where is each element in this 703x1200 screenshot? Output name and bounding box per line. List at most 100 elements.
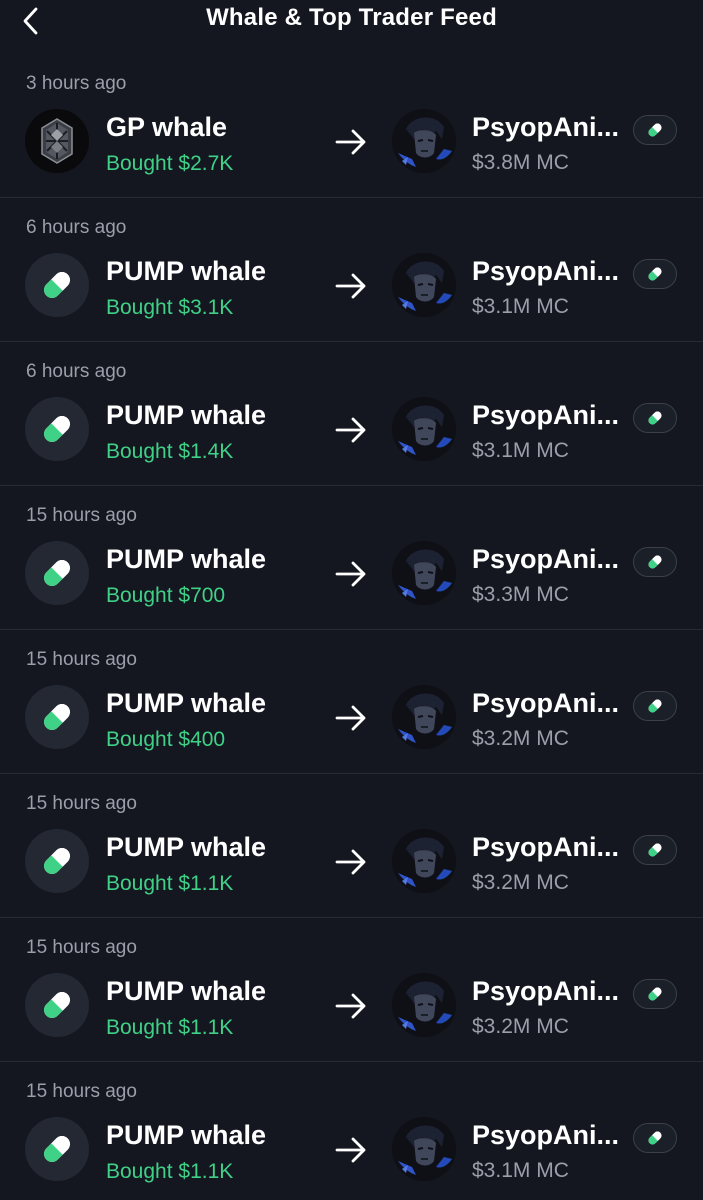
pump-pill-icon <box>648 1131 662 1145</box>
token-avatar[interactable] <box>392 109 456 173</box>
psyop-token-avatar-image <box>392 973 456 1037</box>
token-avatar[interactable] <box>392 253 456 317</box>
trader-name[interactable]: PUMP whale <box>106 256 266 287</box>
trade-arrow <box>334 992 368 1020</box>
arrow-right-icon <box>335 705 366 731</box>
pump-pill-icon <box>648 843 662 857</box>
trader-name[interactable]: PUMP whale <box>106 688 266 719</box>
trade-arrow <box>334 848 368 876</box>
trader-avatar[interactable] <box>25 253 89 317</box>
platform-badge[interactable] <box>633 691 677 721</box>
token-avatar[interactable] <box>392 1117 456 1181</box>
time-ago: 15 hours ago <box>26 937 137 958</box>
arrow-right-icon <box>335 1137 366 1163</box>
trade-feed-list: 3 hours ago GP whale Bought $2.7K PsyopAni.… <box>0 54 703 1200</box>
trade-amount: Bought $400 <box>106 728 226 751</box>
psyop-token-avatar-image <box>392 109 456 173</box>
feed-item[interactable]: 15 hours ago PUMP whale Bought $700 PsyopAn… <box>0 486 703 630</box>
pump-pill-icon <box>648 267 662 281</box>
token-name[interactable]: PsyopAni... <box>472 544 627 575</box>
trade-amount: Bought $3.1K <box>106 296 234 319</box>
trade-arrow <box>334 704 368 732</box>
token-name[interactable]: PsyopAni... <box>472 1120 627 1151</box>
feed-item[interactable]: 6 hours ago PUMP whale Bought $3.1K PsyopAn… <box>0 198 703 342</box>
token-market-cap: $3.1M MC <box>472 439 569 462</box>
token-market-cap: $3.2M MC <box>472 1015 569 1038</box>
pump-pill-icon <box>648 123 662 137</box>
token-avatar[interactable] <box>392 973 456 1037</box>
trader-avatar[interactable] <box>25 829 89 893</box>
psyop-token-avatar-image <box>392 685 456 749</box>
token-market-cap: $3.1M MC <box>472 1159 569 1182</box>
trade-arrow <box>334 1136 368 1164</box>
trade-amount: Bought $1.1K <box>106 1016 234 1039</box>
token-name[interactable]: PsyopAni... <box>472 976 627 1007</box>
trader-avatar[interactable] <box>25 541 89 605</box>
pump-pill-icon <box>44 416 70 442</box>
trade-amount: Bought $1.1K <box>106 872 234 895</box>
platform-badge[interactable] <box>633 835 677 865</box>
feed-item[interactable]: 15 hours ago PUMP whale Bought $1.1K PsyopA… <box>0 1062 703 1200</box>
trader-avatar[interactable] <box>25 973 89 1037</box>
token-avatar[interactable] <box>392 541 456 605</box>
trader-name[interactable]: PUMP whale <box>106 400 266 431</box>
token-market-cap: $3.1M MC <box>472 295 569 318</box>
trade-arrow <box>334 128 368 156</box>
feed-item[interactable]: 6 hours ago PUMP whale Bought $1.4K PsyopAn… <box>0 342 703 486</box>
token-market-cap: $3.2M MC <box>472 871 569 894</box>
platform-badge[interactable] <box>633 115 677 145</box>
trader-name[interactable]: PUMP whale <box>106 976 266 1007</box>
token-avatar[interactable] <box>392 685 456 749</box>
trader-name[interactable]: GP whale <box>106 112 227 143</box>
time-ago: 15 hours ago <box>26 505 137 526</box>
pump-pill-icon <box>648 555 662 569</box>
gp-whale-logo <box>25 109 89 173</box>
pump-pill-icon <box>44 272 70 298</box>
trade-arrow <box>334 560 368 588</box>
feed-item[interactable]: 15 hours ago PUMP whale Bought $1.1K PsyopA… <box>0 918 703 1062</box>
arrow-right-icon <box>335 273 366 299</box>
trader-avatar[interactable] <box>25 1117 89 1181</box>
app-screen: Whale & Top Trader Feed 3 hours ago GP wh… <box>0 0 703 1200</box>
platform-badge[interactable] <box>633 1123 677 1153</box>
token-name[interactable]: PsyopAni... <box>472 112 627 143</box>
trader-avatar[interactable] <box>25 397 89 461</box>
platform-badge[interactable] <box>633 403 677 433</box>
psyop-token-avatar-image <box>392 253 456 317</box>
arrow-right-icon <box>335 993 366 1019</box>
token-name[interactable]: PsyopAni... <box>472 256 627 287</box>
time-ago: 15 hours ago <box>26 649 137 670</box>
pump-pill-icon <box>44 1136 70 1162</box>
trader-name[interactable]: PUMP whale <box>106 832 266 863</box>
token-avatar[interactable] <box>392 829 456 893</box>
arrow-right-icon <box>335 417 366 443</box>
time-ago: 15 hours ago <box>26 793 137 814</box>
platform-badge[interactable] <box>633 259 677 289</box>
time-ago: 3 hours ago <box>26 73 127 94</box>
token-market-cap: $3.2M MC <box>472 727 569 750</box>
pump-pill-icon <box>648 411 662 425</box>
trader-name[interactable]: PUMP whale <box>106 1120 266 1151</box>
time-ago: 6 hours ago <box>26 361 127 382</box>
token-avatar[interactable] <box>392 397 456 461</box>
header: Whale & Top Trader Feed <box>0 0 703 54</box>
token-market-cap: $3.8M MC <box>472 151 569 174</box>
psyop-token-avatar-image <box>392 1117 456 1181</box>
feed-item[interactable]: 15 hours ago PUMP whale Bought $400 PsyopAn… <box>0 630 703 774</box>
trader-name[interactable]: PUMP whale <box>106 544 266 575</box>
token-name[interactable]: PsyopAni... <box>472 832 627 863</box>
trader-avatar[interactable] <box>25 685 89 749</box>
feed-item[interactable]: 3 hours ago GP whale Bought $2.7K PsyopAni.… <box>0 54 703 198</box>
token-name[interactable]: PsyopAni... <box>472 400 627 431</box>
pump-pill-icon <box>44 992 70 1018</box>
token-market-cap: $3.3M MC <box>472 583 569 606</box>
trader-avatar[interactable] <box>25 109 89 173</box>
trade-amount: Bought $1.1K <box>106 1160 234 1183</box>
feed-item[interactable]: 15 hours ago PUMP whale Bought $1.1K PsyopA… <box>0 774 703 918</box>
trade-amount: Bought $1.4K <box>106 440 234 463</box>
psyop-token-avatar-image <box>392 829 456 893</box>
token-name[interactable]: PsyopAni... <box>472 688 627 719</box>
platform-badge[interactable] <box>633 547 677 577</box>
platform-badge[interactable] <box>633 979 677 1009</box>
pump-pill-icon <box>648 699 662 713</box>
